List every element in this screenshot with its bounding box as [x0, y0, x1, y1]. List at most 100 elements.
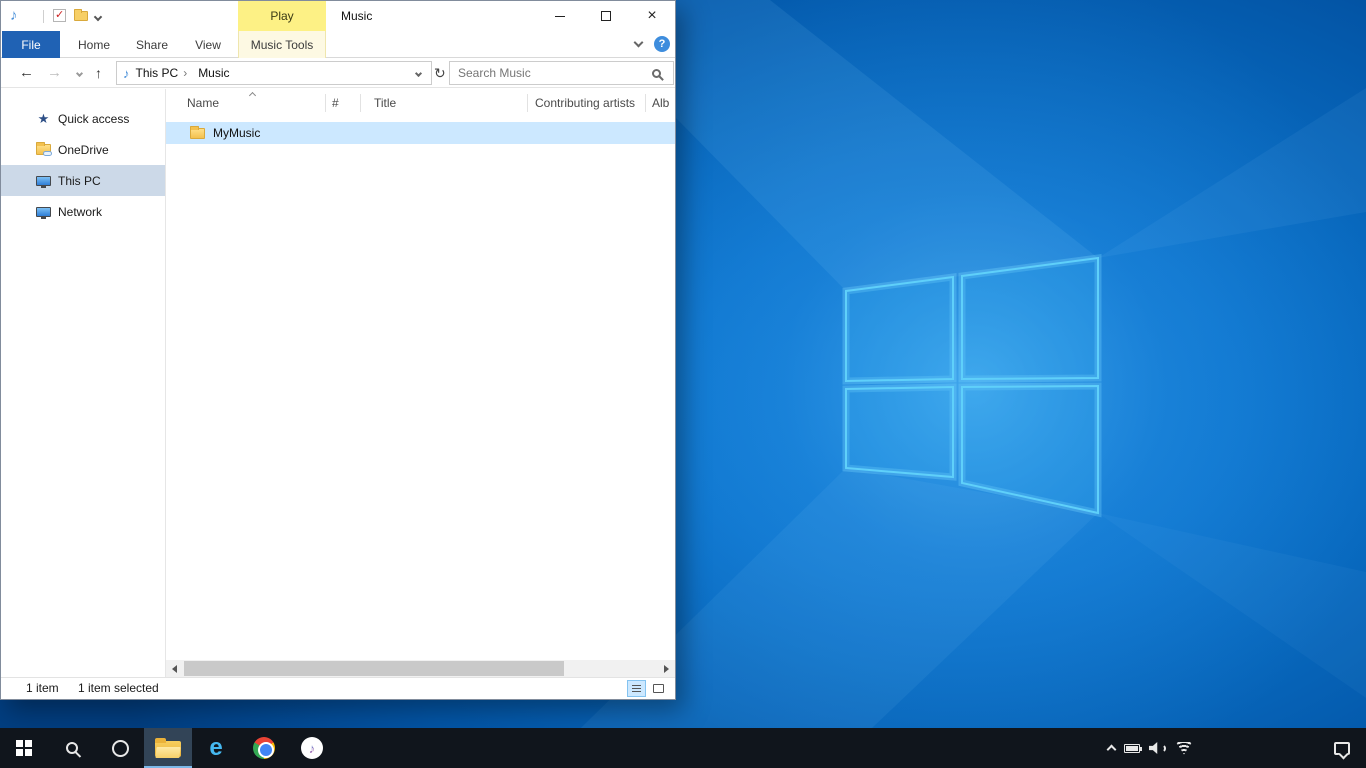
recent-locations-chevron-icon[interactable]	[76, 70, 83, 77]
sidebar-item-label: OneDrive	[58, 143, 109, 157]
contextual-tab-play[interactable]: Play	[238, 1, 326, 31]
back-button[interactable]: ←	[19, 58, 34, 88]
taskbar-search-button[interactable]	[48, 728, 96, 768]
column-divider[interactable]	[527, 94, 528, 112]
logo-pane-top-right	[962, 258, 1098, 379]
sidebar-item-quick-access[interactable]: ★ Quick access	[1, 103, 165, 134]
column-divider[interactable]	[645, 94, 646, 112]
address-dropdown-chevron-icon[interactable]	[415, 69, 422, 76]
breadcrumb-music[interactable]: Music	[198, 66, 229, 80]
file-explorer-window: ♪ Play Music × File Home Share View Musi…	[0, 0, 676, 700]
scroll-left-icon	[172, 665, 177, 673]
file-menu-button[interactable]: File	[2, 31, 60, 58]
minimize-button[interactable]	[537, 1, 583, 31]
status-bar: 1 item 1 item selected	[1, 677, 675, 699]
maximize-button[interactable]	[583, 1, 629, 31]
taskbar-internet-explorer-button[interactable]: e	[192, 728, 240, 768]
large-icons-view-button[interactable]	[649, 680, 668, 697]
taskbar-file-explorer-button[interactable]	[144, 728, 192, 768]
column-header-album[interactable]: Alb	[652, 89, 669, 117]
search-icon[interactable]	[652, 69, 661, 78]
sidebar-item-label: Quick access	[58, 112, 129, 126]
sort-ascending-icon	[249, 92, 256, 99]
sidebar-item-network[interactable]: Network	[1, 196, 165, 227]
window-controls: ×	[537, 1, 675, 31]
tab-music-tools[interactable]: Music Tools	[238, 31, 326, 58]
itunes-icon: ♪	[301, 737, 323, 759]
scroll-right-button[interactable]	[658, 660, 675, 677]
column-divider[interactable]	[325, 94, 326, 112]
window-title: Music	[341, 1, 372, 31]
customize-toolbar-chevron-icon[interactable]	[94, 13, 102, 21]
windows-logo-icon	[16, 740, 32, 756]
system-tray	[1108, 728, 1193, 768]
sidebar-item-this-pc[interactable]: This PC	[1, 165, 165, 196]
tab-share[interactable]: Share	[127, 31, 177, 58]
chrome-icon	[253, 737, 275, 759]
column-header-contributing-artists[interactable]: Contributing artists	[535, 89, 635, 117]
contextual-tab-play-label: Play	[270, 9, 293, 23]
network-icon	[35, 207, 52, 217]
tab-view[interactable]: View	[185, 31, 231, 58]
forward-button[interactable]: →	[47, 58, 62, 88]
new-folder-icon[interactable]	[74, 11, 88, 21]
taskbar-itunes-button[interactable]: ♪	[288, 728, 336, 768]
file-menu-label: File	[21, 38, 40, 52]
file-row-mymusic[interactable]: MyMusic	[166, 122, 675, 144]
star-icon: ★	[35, 111, 52, 127]
sidebar-item-onedrive[interactable]: OneDrive	[1, 134, 165, 165]
details-view-button[interactable]	[627, 680, 646, 697]
refresh-button[interactable]: ↻	[434, 58, 446, 88]
breadcrumb-this-pc[interactable]: This PC	[136, 66, 179, 80]
details-view-icon	[632, 685, 641, 686]
expand-ribbon-chevron-icon[interactable]	[634, 38, 644, 48]
large-icons-view-icon	[653, 684, 664, 693]
battery-icon[interactable]	[1124, 744, 1140, 753]
search-input[interactable]	[450, 66, 652, 80]
cortana-icon	[112, 740, 129, 757]
onedrive-folder-icon	[35, 144, 52, 155]
explorer-main: ★ Quick access OneDrive This PC Network …	[1, 89, 675, 677]
horizontal-scrollbar[interactable]	[166, 660, 675, 677]
title-bar[interactable]: ♪ Play Music ×	[1, 1, 675, 31]
close-button[interactable]: ×	[629, 1, 675, 31]
search-icon	[66, 742, 78, 754]
taskbar: e ♪	[0, 728, 1366, 768]
help-button[interactable]: ?	[654, 36, 670, 52]
start-button[interactable]	[0, 728, 48, 768]
action-center-icon	[1334, 742, 1350, 755]
taskbar-chrome-button[interactable]	[240, 728, 288, 768]
up-button[interactable]: ↑	[95, 58, 102, 88]
search-box[interactable]	[449, 61, 674, 85]
tab-music-tools-label: Music Tools	[251, 38, 313, 52]
help-icon: ?	[659, 38, 666, 50]
scroll-right-icon	[664, 665, 669, 673]
column-header-title[interactable]: Title	[374, 89, 396, 117]
logo-pane-bottom-left	[846, 387, 953, 477]
action-center-button[interactable]	[1318, 728, 1366, 768]
scroll-left-button[interactable]	[166, 660, 183, 677]
navigation-pane: ★ Quick access OneDrive This PC Network	[1, 89, 166, 677]
column-header-row: Name # Title Contributing artists Alb	[166, 89, 675, 117]
scrollbar-thumb[interactable]	[184, 661, 564, 676]
network-wifi-icon[interactable]	[1175, 742, 1193, 755]
tab-home[interactable]: Home	[69, 31, 119, 58]
hidden-icons-chevron-icon[interactable]	[1107, 745, 1117, 755]
logo-pane-top-left	[846, 277, 953, 381]
tab-home-label: Home	[78, 38, 110, 52]
navigation-toolbar: ← → ↑ ♪ This PC › Music ↻	[1, 58, 675, 88]
cortana-button[interactable]	[96, 728, 144, 768]
file-explorer-icon	[155, 738, 181, 758]
column-header-number[interactable]: #	[332, 89, 339, 117]
music-note-icon: ♪	[10, 7, 18, 25]
divider	[43, 10, 44, 23]
breadcrumb-separator-icon: ›	[183, 66, 187, 80]
item-count: 1 item	[26, 678, 59, 699]
column-divider[interactable]	[360, 94, 361, 112]
address-music-icon: ♪	[123, 66, 130, 81]
properties-icon[interactable]	[53, 9, 66, 22]
column-header-name[interactable]: Name	[187, 89, 219, 117]
close-icon: ×	[647, 8, 656, 24]
address-bar[interactable]: ♪ This PC › Music	[116, 61, 432, 85]
volume-icon[interactable]	[1149, 742, 1166, 754]
